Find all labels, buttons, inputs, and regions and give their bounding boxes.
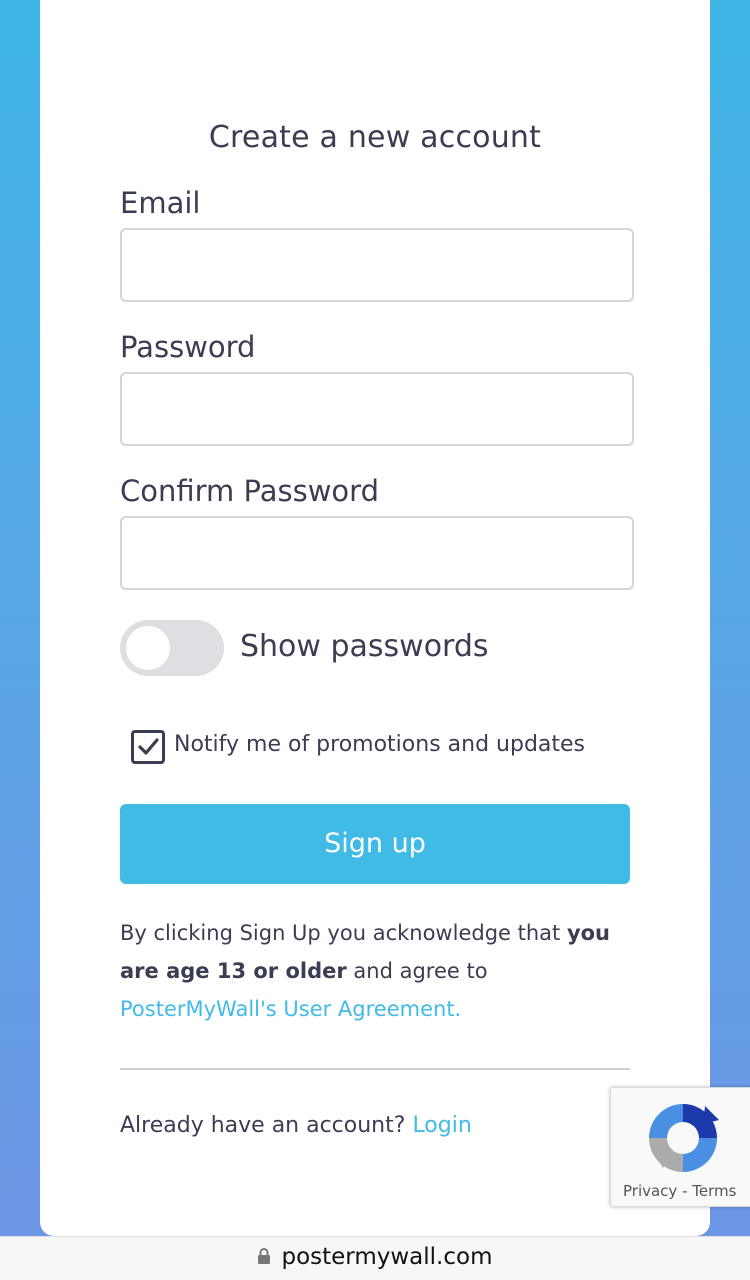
check-icon [138, 738, 159, 755]
recaptcha-separator: - [682, 1182, 688, 1200]
login-link[interactable]: Login [412, 1113, 471, 1138]
password-field[interactable] [120, 372, 634, 446]
legal-mid: and agree to [346, 959, 488, 983]
user-agreement-link[interactable]: PosterMyWall's User Agreement. [120, 997, 461, 1021]
already-label: Already have an account? [120, 1113, 413, 1138]
lock-icon [258, 1248, 271, 1264]
sign-up-button[interactable]: Sign up [120, 804, 630, 884]
email-label: Email [120, 186, 201, 220]
url-container: postermywall.com [0, 1244, 750, 1270]
recaptcha-privacy-link[interactable]: Privacy [623, 1182, 677, 1200]
notify-checkbox[interactable] [131, 730, 165, 764]
recaptcha-logo-icon [649, 1104, 719, 1172]
password-label: Password [120, 330, 256, 364]
show-passwords-toggle[interactable] [120, 620, 224, 676]
page-title: Create a new account [208, 120, 542, 155]
confirm-password-field[interactable] [120, 516, 634, 590]
recaptcha-links: Privacy - Terms [623, 1182, 736, 1200]
confirm-password-label: Confirm Password [120, 474, 379, 508]
show-passwords-label: Show passwords [240, 629, 489, 664]
legal-pre: By clicking Sign Up you acknowledge that [120, 921, 567, 945]
recaptcha-terms-link[interactable]: Terms [692, 1182, 736, 1200]
recaptcha-badge: Privacy - Terms [610, 1087, 750, 1207]
divider [120, 1068, 630, 1070]
toggle-knob [126, 626, 170, 670]
legal-text: By clicking Sign Up you acknowledge that… [120, 914, 630, 1028]
email-field[interactable] [120, 228, 634, 302]
already-account-text: Already have an account? Login [120, 1113, 472, 1138]
notify-label: Notify me of promotions and updates [174, 732, 586, 757]
url-text: postermywall.com [281, 1244, 493, 1270]
browser-url-bar[interactable]: postermywall.com [0, 1236, 750, 1280]
